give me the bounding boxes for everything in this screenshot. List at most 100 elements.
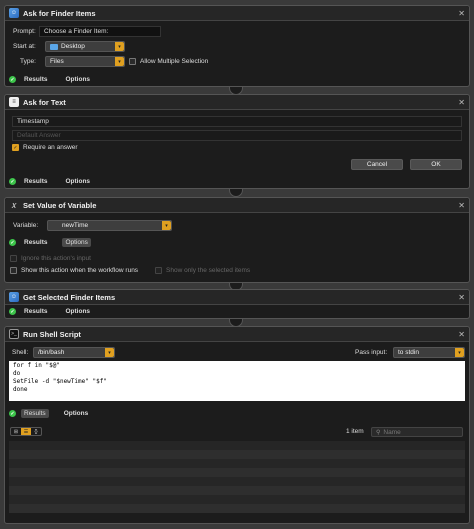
ignore-input-label: Ignore this action's input	[21, 255, 91, 262]
action-title: Ask for Finder Items	[23, 8, 96, 18]
results-tab[interactable]: Results	[21, 177, 50, 186]
action-connector	[229, 189, 243, 197]
require-answer-label: Require an answer	[23, 144, 78, 151]
action-footer: ✓ Results Options	[5, 175, 469, 188]
show-only-selected-label: Show only the selected items	[166, 267, 251, 274]
pass-input-popup[interactable]: to stdin ▾	[393, 347, 465, 358]
folder-icon	[50, 43, 58, 50]
action-titlebar[interactable]: ☺ Get Selected Finder Items ✕	[5, 290, 469, 305]
results-row[interactable]	[9, 468, 465, 477]
default-answer-field[interactable]: Default Answer	[12, 130, 462, 141]
code-view-icon[interactable]: {}	[31, 428, 41, 435]
action-title: Run Shell Script	[23, 329, 81, 339]
results-tab[interactable]: Results	[21, 238, 50, 247]
results-row[interactable]	[9, 477, 465, 486]
results-row[interactable]	[9, 441, 465, 450]
start-at-popup[interactable]: Desktop ▾	[45, 41, 125, 52]
action-titlebar[interactable]: ☺ Ask for Finder Items ✕	[5, 6, 469, 21]
checkmark-status-icon: ✓	[9, 308, 16, 315]
action-titlebar[interactable]: ≡ Ask for Text ✕	[5, 95, 469, 110]
show-when-runs-checkbox[interactable]	[10, 267, 17, 274]
results-row[interactable]	[9, 504, 465, 513]
close-icon[interactable]: ✕	[458, 201, 465, 210]
action-footer: ✓ Results Options	[5, 305, 469, 318]
action-set-value-of-variable[interactable]: 𝑥 Set Value of Variable ✕ Variable: newT…	[4, 197, 470, 283]
checkmark-status-icon: ✓	[9, 410, 16, 417]
finder-icon: ☺	[9, 292, 19, 302]
action-titlebar[interactable]: >_ Run Shell Script ✕	[5, 327, 469, 342]
close-icon[interactable]: ✕	[458, 9, 465, 18]
action-footer: ✓ Results Options	[5, 73, 469, 86]
action-run-shell-script[interactable]: >_ Run Shell Script ✕ Shell: /bin/bash ▾…	[4, 326, 470, 524]
options-tab[interactable]: Options	[62, 75, 93, 84]
action-title: Ask for Text	[23, 97, 66, 107]
close-icon[interactable]: ✕	[458, 98, 465, 107]
checkmark-status-icon: ✓	[9, 239, 16, 246]
start-at-value: Desktop	[61, 43, 85, 50]
results-row[interactable]	[9, 486, 465, 495]
type-popup[interactable]: Files ▾	[45, 56, 125, 67]
action-title: Set Value of Variable	[23, 200, 97, 210]
pass-input-label: Pass input:	[355, 349, 388, 356]
show-only-selected-checkbox[interactable]	[155, 267, 162, 274]
variable-popup[interactable]: newTime ▾	[47, 220, 172, 231]
action-footer: ✓ Results Options	[5, 407, 469, 420]
shell-value: /bin/bash	[38, 349, 65, 356]
action-ask-for-finder-items[interactable]: ☺ Ask for Finder Items ✕ Prompt: Choose …	[4, 5, 470, 87]
results-list[interactable]	[9, 441, 465, 521]
variable-label: Variable:	[13, 222, 39, 229]
show-when-runs-label: Show this action when the workflow runs	[21, 267, 139, 274]
checkmark-status-icon: ✓	[9, 76, 16, 83]
action-titlebar[interactable]: 𝑥 Set Value of Variable ✕	[5, 198, 469, 213]
results-row[interactable]	[9, 459, 465, 468]
chevron-down-icon: ▾	[162, 221, 171, 230]
ok-button[interactable]: OK	[410, 159, 462, 170]
prompt-field[interactable]: Choose a Finder Item:	[39, 26, 161, 37]
action-get-selected-finder-items[interactable]: ☺ Get Selected Finder Items ✕ ✓ Results …	[4, 289, 470, 319]
icon-view-icon[interactable]: ⊞	[11, 428, 21, 435]
search-icon: ⚲	[376, 429, 381, 436]
shell-label: Shell:	[12, 349, 29, 356]
pass-input-value: to stdin	[398, 349, 419, 356]
options-tab[interactable]: Options	[62, 177, 93, 186]
cancel-button[interactable]: Cancel	[351, 159, 403, 170]
start-at-label: Start at:	[13, 43, 36, 50]
search-field[interactable]: ⚲ Name	[371, 427, 463, 437]
options-tab[interactable]: Options	[62, 238, 91, 247]
variable-value: newTime	[62, 222, 89, 229]
view-mode-selector[interactable]: ⊞ ☰ {}	[10, 427, 42, 436]
close-icon[interactable]: ✕	[458, 293, 465, 302]
item-count: 1 item	[346, 428, 364, 435]
action-footer: ✓ Results Options	[5, 236, 469, 249]
list-view-icon[interactable]: ☰	[21, 428, 31, 435]
shell-popup[interactable]: /bin/bash ▾	[33, 347, 115, 358]
variable-icon: 𝑥	[11, 199, 17, 210]
chevron-down-icon: ▾	[115, 57, 124, 66]
chevron-down-icon: ▾	[115, 42, 124, 51]
ignore-input-checkbox[interactable]	[10, 255, 17, 262]
allow-multiple-label: Allow Multiple Selection	[140, 58, 209, 65]
chevron-down-icon: ▾	[455, 348, 464, 357]
script-editor[interactable]: for f in "$@" do SetFile -d "$newTime" "…	[9, 361, 465, 401]
question-field[interactable]: Timestamp	[12, 116, 462, 127]
require-answer-checkbox[interactable]: ✓	[12, 144, 19, 151]
results-row[interactable]	[9, 450, 465, 459]
type-value: Files	[50, 58, 64, 65]
text-document-icon: ≡	[9, 97, 19, 107]
options-tab[interactable]: Options	[62, 307, 93, 316]
finder-icon: ☺	[9, 8, 19, 18]
results-tab[interactable]: Results	[21, 409, 49, 418]
results-row[interactable]	[9, 495, 465, 504]
prompt-label: Prompt:	[13, 28, 36, 35]
allow-multiple-checkbox[interactable]	[129, 58, 136, 65]
checkmark-status-icon: ✓	[9, 178, 16, 185]
terminal-icon: >_	[9, 329, 19, 339]
type-label: Type:	[20, 58, 36, 65]
results-tab[interactable]: Results	[21, 307, 50, 316]
action-title: Get Selected Finder Items	[23, 292, 116, 302]
results-tab[interactable]: Results	[21, 75, 50, 84]
close-icon[interactable]: ✕	[458, 330, 465, 339]
action-ask-for-text[interactable]: ≡ Ask for Text ✕ Timestamp Default Answe…	[4, 94, 470, 189]
options-tab[interactable]: Options	[61, 409, 92, 418]
search-placeholder: Name	[383, 428, 401, 436]
